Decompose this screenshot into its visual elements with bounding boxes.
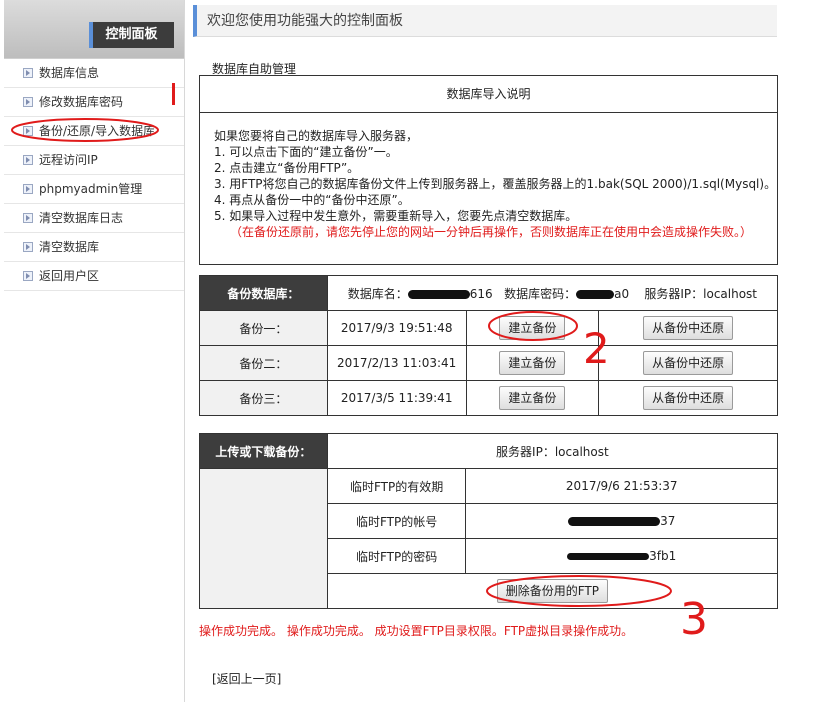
redaction-mark <box>567 553 650 560</box>
ftp-valid-value: 2017/9/6 21:53:37 <box>465 468 778 504</box>
restore-backup-cell: 从备份中还原 <box>598 345 778 381</box>
restore-backup-button[interactable]: 从备份中还原 <box>643 316 734 340</box>
create-backup-button[interactable]: 建立备份 <box>499 351 566 375</box>
db-password-suffix: a0 <box>614 286 630 301</box>
sidebar-item-label: 清空数据库日志 <box>39 211 124 225</box>
status-message: 操作成功完成。 操作成功完成。 成功设置FTP目录权限。FTP虚拟目录操作成功。 <box>199 624 634 638</box>
instructions-title: 数据库导入说明 <box>200 76 777 113</box>
sidebar-item-label: 清空数据库 <box>39 240 100 254</box>
ftp-account-suffix: 37 <box>660 514 676 528</box>
sidebar-item-label: 备份/还原/导入数据库 <box>39 124 156 138</box>
sidebar-item-remote-ip[interactable]: 远程访问IP <box>4 146 184 175</box>
sidebar-item-backup-restore[interactable]: 备份/还原/导入数据库 <box>4 117 184 146</box>
delete-ftp-button[interactable]: 删除备份用的FTP <box>496 579 608 603</box>
ftp-table: 上传或下载备份： 服务器IP：localhost 临时FTP的有效期 2017/… <box>199 433 779 609</box>
server-ip: 服务器IP：localhost <box>644 286 758 301</box>
ftp-delete-cell: 删除备份用的FTP <box>326 573 779 609</box>
sidebar-item-label: 远程访问IP <box>39 153 98 167</box>
create-backup-button[interactable]: 建立备份 <box>499 386 566 410</box>
backup-header-label: 备份数据库： <box>199 275 328 311</box>
db-name-suffix: 616 <box>469 286 493 301</box>
ftp-password-suffix: 3fb1 <box>649 549 677 563</box>
ftp-valid-label: 临时FTP的有效期 <box>326 468 467 504</box>
bullet-icon <box>23 183 33 194</box>
db-name-label: 数据库名： <box>347 286 408 301</box>
sidebar-item-clear-log[interactable]: 清空数据库日志 <box>4 204 184 233</box>
instruction-warning: （在备份还原前，请您先停止您的网站一分钟后再操作，否则数据库正在使用中会造成操作… <box>230 225 753 239</box>
sidebar-item-label: phpmyadmin管理 <box>39 182 143 196</box>
instructions-panel: 数据库导入说明 如果您要将自己的数据库导入服务器， 1. 可以点击下面的“建立备… <box>199 75 778 265</box>
sidebar-title: 控制面板 <box>89 22 174 48</box>
sidebar-item-label: 修改数据库密码 <box>39 95 124 109</box>
restore-backup-cell: 从备份中还原 <box>598 380 778 416</box>
create-backup-button[interactable]: 建立备份 <box>499 316 566 340</box>
ftp-side-cell <box>199 468 328 609</box>
ftp-header-label: 上传或下载备份： <box>199 433 328 469</box>
instructions-body: 如果您要将自己的数据库导入服务器， 1. 可以点击下面的“建立备份”一。 2. … <box>214 128 776 240</box>
backup-row-label: 备份三： <box>199 380 328 416</box>
instruction-line: 1. 可以点击下面的“建立备份”一。 <box>214 145 398 159</box>
backup-db-info: 数据库名： 616 数据库密码： a0 服务器IP：localhost <box>326 275 779 311</box>
ftp-account-cell: 37 <box>465 503 778 539</box>
instruction-line: 4. 再点从备份一中的“备份中还原”。 <box>214 193 410 207</box>
sidebar-item-change-password[interactable]: 修改数据库密码 <box>4 88 184 117</box>
backup-table: 备份数据库： 数据库名： 616 数据库密码： a0 服务器IP：localhost… <box>199 275 779 416</box>
sidebar-menu: 数据库信息 修改数据库密码 备份/还原/导入数据库 远程访问IP phpmyad… <box>4 59 184 291</box>
backup-row-label: 备份二： <box>199 345 328 381</box>
ftp-password-label: 临时FTP的密码 <box>326 538 467 574</box>
redaction-mark <box>576 289 615 299</box>
instruction-line: 3. 用FTP将您自己的数据库备份文件上传到服务器上，覆盖服务器上的1.bak(… <box>214 177 777 191</box>
restore-backup-button[interactable]: 从备份中还原 <box>643 351 734 375</box>
ftp-account-label: 临时FTP的帐号 <box>326 503 467 539</box>
sidebar-item-label: 返回用户区 <box>39 269 100 283</box>
sidebar-header: 控制面板 <box>4 0 184 59</box>
create-backup-cell: 建立备份 <box>465 310 600 346</box>
ftp-server-ip: 服务器IP：localhost <box>326 433 779 469</box>
db-password-label: 数据库密码： <box>504 286 577 301</box>
redaction-mark <box>568 517 661 526</box>
bullet-icon <box>23 67 33 78</box>
ftp-password-cell: 3fb1 <box>465 538 778 574</box>
restore-backup-cell: 从备份中还原 <box>598 310 778 346</box>
sidebar-item-phpmyadmin[interactable]: phpmyadmin管理 <box>4 175 184 204</box>
instruction-line: 5. 如果导入过程中发生意外，需要重新导入，您要先点清空数据库。 <box>214 209 578 223</box>
backup-row-date: 2017/3/5 11:39:41 <box>326 380 467 416</box>
sidebar-item-user-area[interactable]: 返回用户区 <box>4 262 184 291</box>
create-backup-cell: 建立备份 <box>465 380 600 416</box>
back-link[interactable]: [返回上一页] <box>212 670 281 687</box>
restore-backup-button[interactable]: 从备份中还原 <box>643 386 734 410</box>
bullet-icon <box>23 241 33 252</box>
bullet-icon <box>23 125 33 136</box>
instruction-line: 2. 点击建立“备份用FTP”。 <box>214 161 360 175</box>
instruction-line: 如果您要将自己的数据库导入服务器， <box>214 129 419 143</box>
sidebar-item-clear-db[interactable]: 清空数据库 <box>4 233 184 262</box>
sidebar: 控制面板 数据库信息 修改数据库密码 备份/还原/导入数据库 远程访问IP ph… <box>4 0 184 702</box>
create-backup-cell: 建立备份 <box>465 345 600 381</box>
bullet-icon <box>23 212 33 223</box>
page-title: 欢迎您使用功能强大的控制面板 <box>193 5 777 37</box>
bullet-icon <box>23 96 33 107</box>
sidebar-divider <box>184 0 185 702</box>
redaction-mark <box>407 289 470 299</box>
backup-row-label: 备份一： <box>199 310 328 346</box>
backup-row-date: 2017/9/3 19:51:48 <box>326 310 467 346</box>
bullet-icon <box>23 270 33 281</box>
bullet-icon <box>23 154 33 165</box>
backup-row-date: 2017/2/13 11:03:41 <box>326 345 467 381</box>
sidebar-item-db-info[interactable]: 数据库信息 <box>4 59 184 88</box>
sidebar-item-label: 数据库信息 <box>39 66 100 80</box>
